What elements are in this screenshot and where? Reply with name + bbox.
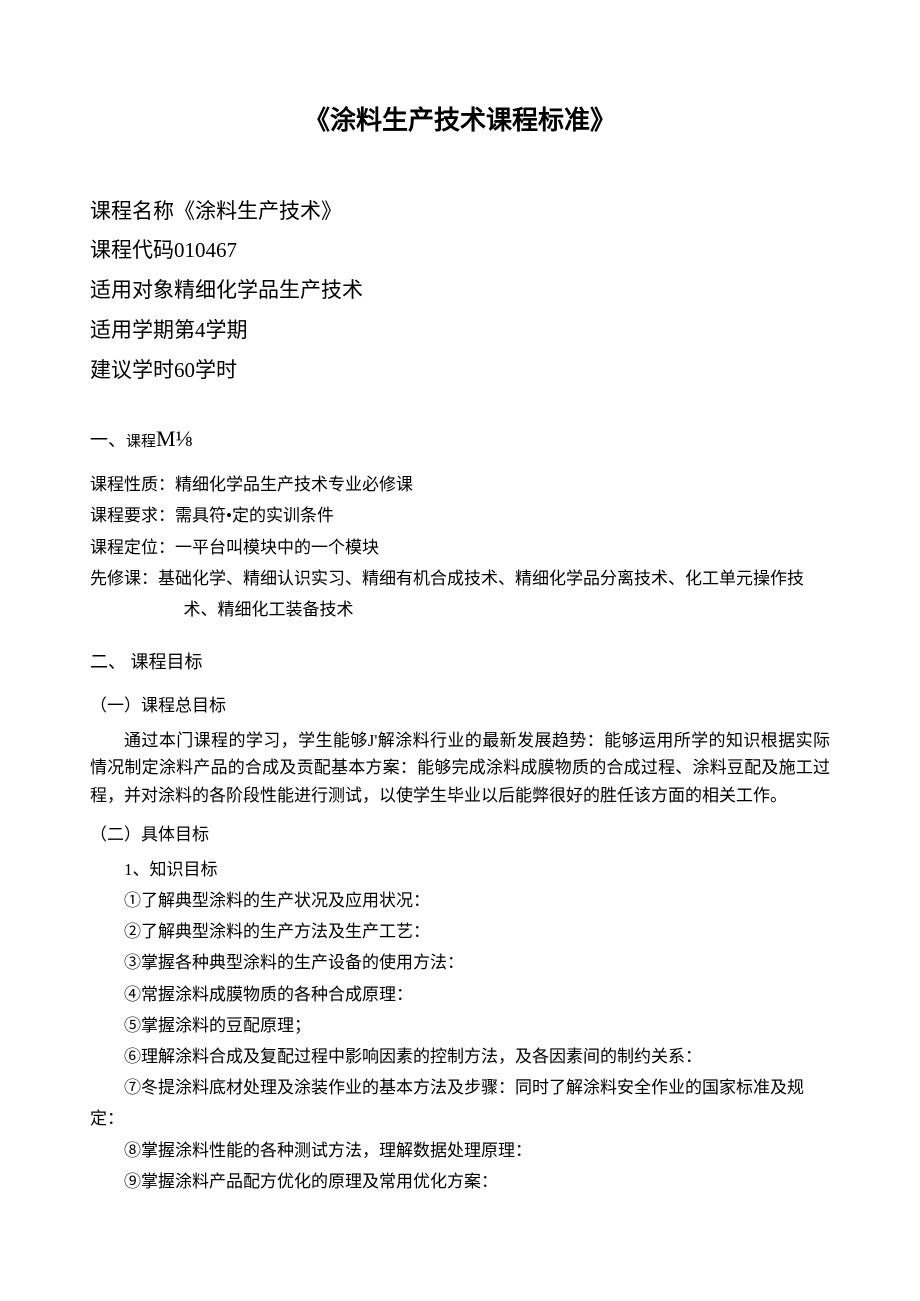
document-title: 《涂料生产技术课程标准》 xyxy=(90,100,830,142)
course-position: 课程定位：一平台叫模块中的一个模块 xyxy=(90,534,830,561)
value: 60学时 xyxy=(174,358,237,382)
knowledge-item-1: ①了解典型涂料的生产状况及应用状况： xyxy=(90,887,830,914)
section-prefix: 一、 xyxy=(90,430,126,450)
value: 第4学期 xyxy=(174,318,248,342)
course-hours: 建议学时60学时 xyxy=(90,351,830,391)
knowledge-item-9: ⑨掌握涂料产品配方优化的原理及常用优化方案： xyxy=(90,1168,830,1195)
label: 课程代码 xyxy=(90,238,174,262)
knowledge-item-7b: 定： xyxy=(90,1105,830,1132)
overall-goal-heading: （一）课程总目标 xyxy=(90,692,830,719)
course-requirement: 课程要求：需具符•定的实训条件 xyxy=(90,502,830,529)
label: 课程名称 xyxy=(90,199,174,223)
section-2-heading: 二、 课程目标 xyxy=(90,648,830,677)
course-nature: 课程性质：精细化学品生产技术专业必修课 xyxy=(90,471,830,498)
section-1-heading: 一、课程M⅛ xyxy=(90,421,830,456)
knowledge-item-8: ⑧掌握涂料性能的各种测试方法，理解数据处理原理： xyxy=(90,1137,830,1164)
label: 建议学时 xyxy=(90,358,174,382)
value: 精细化学品生产技术 xyxy=(174,278,363,302)
knowledge-goal-heading: 1、知识目标 xyxy=(90,856,830,883)
knowledge-item-4: ④常握涂料成膜物质的各种合成原理： xyxy=(90,981,830,1008)
prerequisite-line-1: 先修课：基础化学、精细认识实习、精细有机合成技术、精细化学品分离技术、化工单元操… xyxy=(90,565,830,592)
course-semester: 适用学期第4学期 xyxy=(90,311,830,351)
course-code: 课程代码010467 xyxy=(90,231,830,271)
knowledge-item-3: ③掌握各种典型涂料的生产设备的使用方法： xyxy=(90,949,830,976)
course-audience: 适用对象精细化学品生产技术 xyxy=(90,271,830,311)
section-label: 课程 xyxy=(126,434,156,450)
value: 010467 xyxy=(174,238,237,262)
knowledge-item-5: ⑤掌握涂料的豆配原理； xyxy=(90,1012,830,1039)
course-name: 课程名称《涂料生产技术》 xyxy=(90,192,830,232)
knowledge-item-6: ⑥理解涂料合成及复配过程中影响因素的控制方法，及各因素间的制约关系： xyxy=(90,1043,830,1070)
knowledge-item-7a: ⑦冬提涂料底材处理及涂装作业的基本方法及步骤：同时了解涂料安全作业的国家标准及规 xyxy=(90,1074,830,1101)
prerequisite-line-2: 术、精细化工装备技术 xyxy=(90,596,830,623)
section-big-text: M⅛ xyxy=(156,426,192,451)
value: 《涂料生产技术》 xyxy=(174,199,342,223)
label: 适用学期 xyxy=(90,318,174,342)
specific-goal-heading: （二）具体目标 xyxy=(90,821,830,848)
label: 适用对象 xyxy=(90,278,174,302)
overall-goal-paragraph: 通过本门课程的学习，学生能够J'解涂料行业的最新发展趋势：能够运用所学的知识根据… xyxy=(90,727,830,809)
course-meta: 课程名称《涂料生产技术》 课程代码010467 适用对象精细化学品生产技术 适用… xyxy=(90,192,830,391)
knowledge-item-2: ②了解典型涂料的生产方法及生产工艺： xyxy=(90,918,830,945)
